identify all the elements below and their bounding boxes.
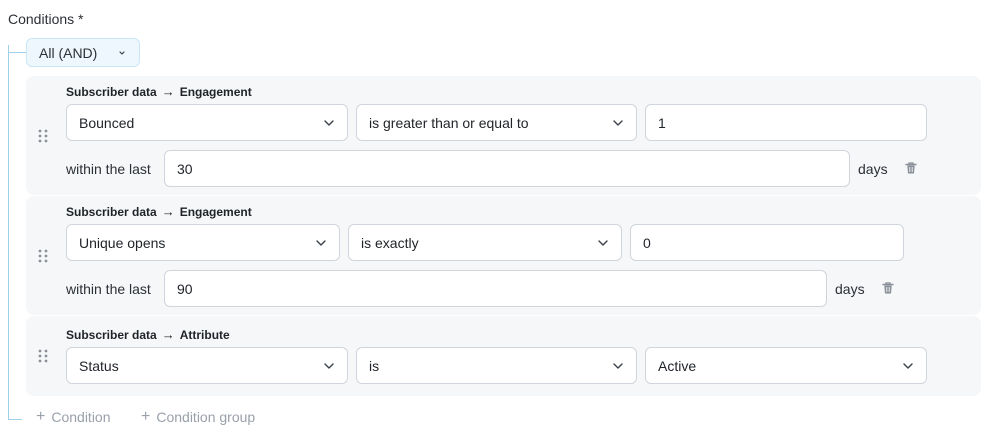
condition-category: Subscriber data bbox=[66, 204, 157, 219]
operator-select-value: is bbox=[369, 357, 380, 374]
condition-category: Subscriber data bbox=[66, 84, 157, 99]
conditions-label: Conditions * bbox=[8, 11, 84, 27]
tree-connector-line bbox=[8, 45, 9, 420]
field-select-value: Bounced bbox=[79, 114, 135, 131]
trash-icon[interactable] bbox=[904, 161, 918, 175]
chevron-down-icon bbox=[119, 51, 125, 55]
field-select[interactable]: Unique opens bbox=[66, 224, 340, 261]
chevron-down-icon bbox=[613, 120, 623, 126]
drag-handle-icon[interactable] bbox=[38, 129, 48, 143]
value-select[interactable]: Active bbox=[645, 347, 927, 384]
days-unit-label: days bbox=[858, 161, 888, 177]
within-days-value: 90 bbox=[177, 280, 193, 297]
value-input-text: 0 bbox=[643, 234, 651, 251]
within-days-input[interactable]: 30 bbox=[164, 150, 850, 187]
field-select[interactable]: Bounced bbox=[66, 104, 348, 141]
within-label: within the last bbox=[66, 281, 151, 297]
field-select[interactable]: Status bbox=[66, 347, 348, 384]
condition-path: Subscriber data → Attribute bbox=[66, 327, 230, 342]
chevron-down-icon bbox=[324, 363, 334, 369]
drag-handle-icon[interactable] bbox=[38, 349, 48, 363]
chevron-down-icon bbox=[613, 363, 623, 369]
field-select-value: Status bbox=[79, 357, 119, 374]
field-select-value: Unique opens bbox=[79, 234, 166, 251]
chevron-down-icon bbox=[598, 240, 608, 246]
condition-card: Subscriber data → Engagement Unique open… bbox=[26, 196, 981, 315]
logic-operator-label: All (AND) bbox=[39, 44, 98, 61]
arrow-right-icon: → bbox=[161, 84, 175, 99]
condition-subcategory: Attribute bbox=[179, 327, 230, 342]
tree-connector-top bbox=[8, 52, 28, 53]
trash-icon[interactable] bbox=[881, 281, 895, 295]
operator-select-value: is exactly bbox=[361, 234, 419, 251]
chevron-down-icon bbox=[316, 240, 326, 246]
chevron-down-icon bbox=[903, 363, 913, 369]
add-condition-group-label: Condition group bbox=[156, 409, 256, 425]
operator-select[interactable]: is greater than or equal to bbox=[356, 104, 637, 141]
value-select-value: Active bbox=[658, 357, 697, 374]
operator-select[interactable]: is exactly bbox=[348, 224, 622, 261]
days-unit-label: days bbox=[835, 281, 865, 297]
plus-icon: + bbox=[36, 408, 46, 425]
value-input[interactable]: 0 bbox=[630, 224, 904, 261]
condition-subcategory: Engagement bbox=[179, 84, 252, 99]
condition-card: Subscriber data → Engagement Bounced is … bbox=[26, 76, 981, 195]
value-input-text: 1 bbox=[658, 114, 666, 131]
operator-select[interactable]: is bbox=[356, 347, 637, 384]
condition-card: Subscriber data → Attribute Status is Ac… bbox=[26, 316, 981, 396]
within-days-input[interactable]: 90 bbox=[164, 270, 827, 307]
tree-connector-bottom bbox=[8, 419, 22, 420]
chevron-down-icon bbox=[324, 120, 334, 126]
add-condition-group-button[interactable]: + Condition group bbox=[141, 408, 256, 426]
within-days-value: 30 bbox=[177, 160, 193, 177]
condition-path: Subscriber data → Engagement bbox=[66, 204, 252, 219]
operator-select-value: is greater than or equal to bbox=[369, 114, 529, 131]
condition-path: Subscriber data → Engagement bbox=[66, 84, 252, 99]
plus-icon: + bbox=[141, 408, 151, 425]
add-condition-label: Condition bbox=[51, 409, 111, 425]
arrow-right-icon: → bbox=[161, 327, 175, 342]
condition-category: Subscriber data bbox=[66, 327, 157, 342]
value-input[interactable]: 1 bbox=[645, 104, 927, 141]
condition-subcategory: Engagement bbox=[179, 204, 252, 219]
add-condition-button[interactable]: + Condition bbox=[36, 408, 111, 426]
within-label: within the last bbox=[66, 161, 151, 177]
drag-handle-icon[interactable] bbox=[38, 249, 48, 263]
logic-operator-select[interactable]: All (AND) bbox=[26, 38, 140, 67]
arrow-right-icon: → bbox=[161, 204, 175, 219]
